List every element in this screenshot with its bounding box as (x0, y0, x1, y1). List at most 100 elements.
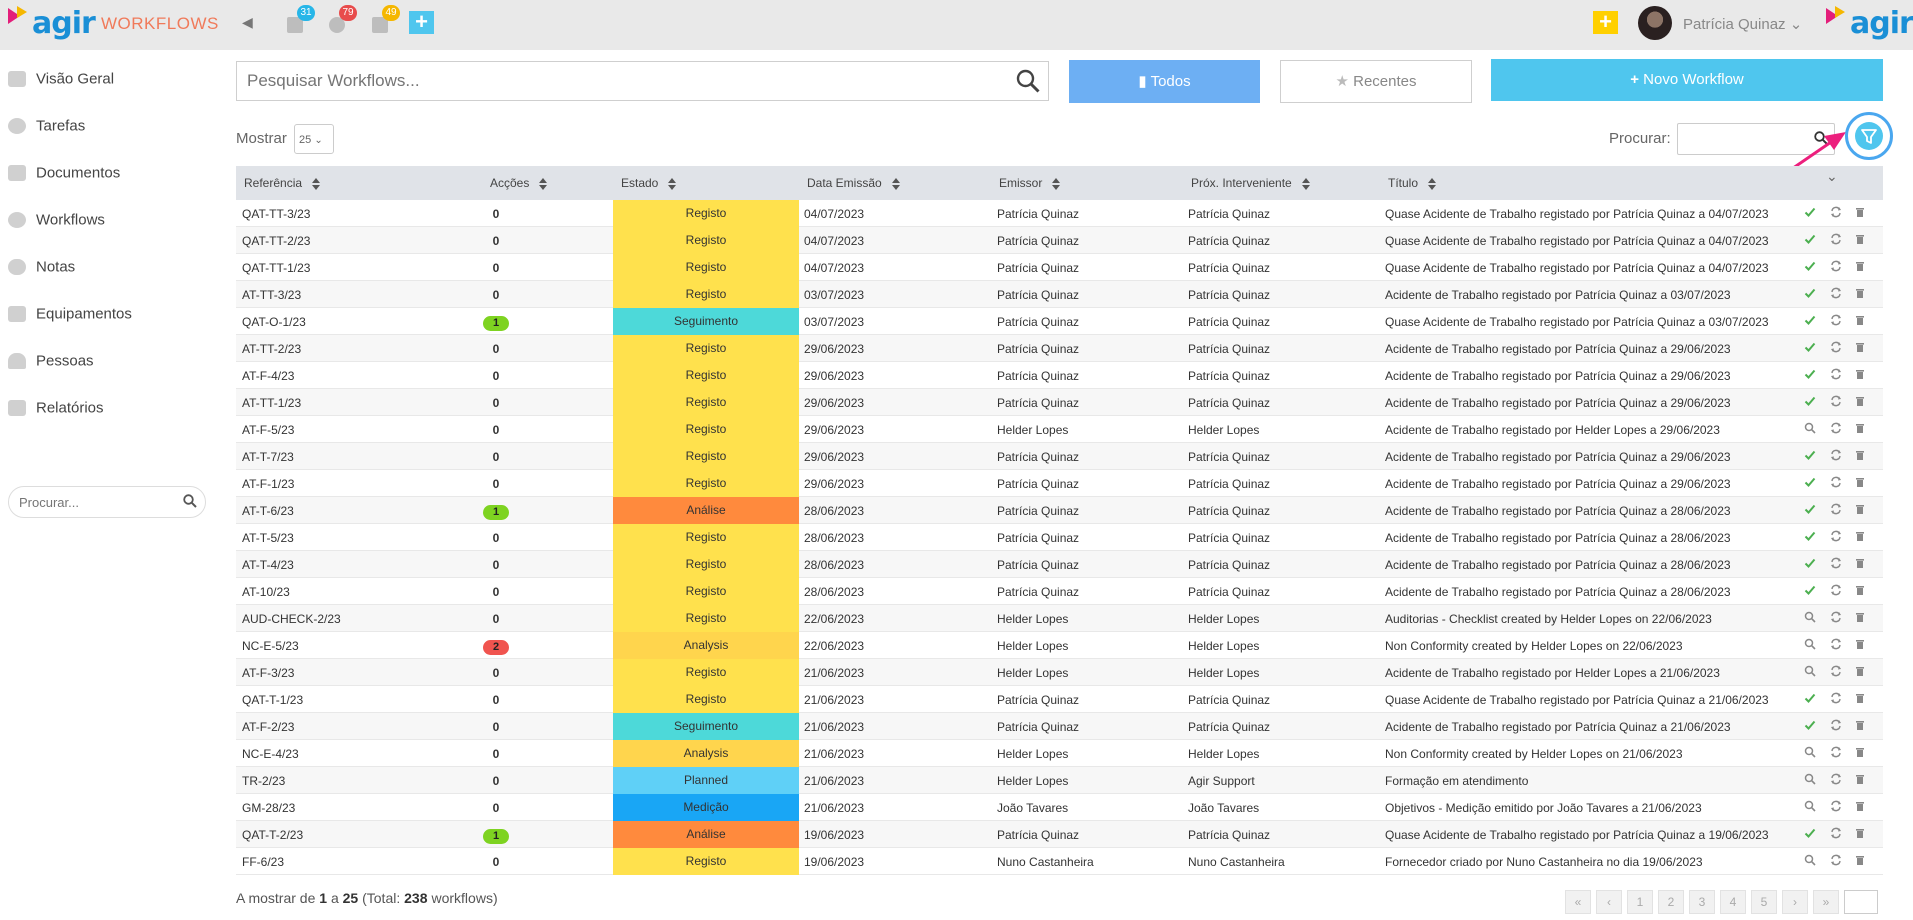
refresh-icon[interactable] (1829, 584, 1843, 598)
trash-icon[interactable] (1853, 476, 1867, 490)
cell-referencia[interactable]: AT-F-1/23 (242, 477, 294, 491)
trash-icon[interactable] (1853, 665, 1867, 679)
check-icon[interactable] (1803, 368, 1817, 382)
refresh-icon[interactable] (1829, 395, 1843, 409)
table-row[interactable]: AT-T-5/23 0 Registo 28/06/2023 Patrícia Quin… (236, 524, 1883, 551)
trash-icon[interactable] (1853, 260, 1867, 274)
table-row[interactable]: QAT-TT-1/23 0 Registo 04/07/2023 Patrícia Qu… (236, 254, 1883, 281)
sidebar-item-pessoas[interactable]: Pessoas (8, 352, 94, 376)
cell-referencia[interactable]: AT-TT-3/23 (242, 288, 301, 302)
search-icon[interactable] (1803, 854, 1817, 868)
page-1-button[interactable]: 1 (1627, 890, 1653, 914)
search-icon[interactable] (1803, 665, 1817, 679)
check-icon[interactable] (1803, 395, 1817, 409)
gear-icon[interactable]: 79 (329, 5, 357, 34)
refresh-icon[interactable] (1829, 854, 1843, 868)
search-icon[interactable] (1803, 800, 1817, 814)
cell-referencia[interactable]: AT-F-5/23 (242, 423, 294, 437)
search-icon[interactable] (1803, 638, 1817, 652)
table-row[interactable]: FF-6/23 0 Registo 19/06/2023 Nuno Castanheir… (236, 848, 1883, 875)
page-next-button[interactable]: › (1782, 890, 1808, 914)
refresh-icon[interactable] (1829, 611, 1843, 625)
check-icon[interactable] (1803, 287, 1817, 301)
refresh-icon[interactable] (1829, 206, 1843, 220)
collapse-sidebar-icon[interactable]: ◀ (242, 14, 253, 31)
avatar[interactable] (1638, 6, 1672, 40)
refresh-icon[interactable] (1829, 449, 1843, 463)
trash-icon[interactable] (1853, 746, 1867, 760)
check-icon[interactable] (1803, 827, 1817, 841)
page-last-button[interactable]: » (1813, 890, 1839, 914)
refresh-icon[interactable] (1829, 503, 1843, 517)
table-row[interactable]: AT-TT-3/23 0 Registo 03/07/2023 Patrícia Qui… (236, 281, 1883, 308)
trash-icon[interactable] (1853, 854, 1867, 868)
table-row[interactable]: AT-TT-1/23 0 Registo 29/06/2023 Patrícia Qui… (236, 389, 1883, 416)
check-icon[interactable] (1803, 692, 1817, 706)
cell-referencia[interactable]: AT-TT-2/23 (242, 342, 301, 356)
cell-referencia[interactable]: QAT-TT-2/23 (242, 234, 310, 248)
calendar-icon[interactable]: 31 (287, 5, 315, 34)
sidebar-item-tarefas[interactable]: Tarefas (8, 117, 85, 141)
table-row[interactable]: QAT-T-1/23 0 Registo 21/06/2023 Patrícia Qui… (236, 686, 1883, 713)
table-row[interactable]: AT-10/23 0 Registo 28/06/2023 Patrícia Quina… (236, 578, 1883, 605)
table-row[interactable]: AT-F-1/23 0 Registo 29/06/2023 Patrícia Quin… (236, 470, 1883, 497)
check-icon[interactable] (1803, 260, 1817, 274)
check-icon[interactable] (1803, 557, 1817, 571)
agir-logo[interactable]: agir (8, 6, 96, 41)
page-5-button[interactable]: 5 (1751, 890, 1777, 914)
refresh-icon[interactable] (1829, 530, 1843, 544)
table-row[interactable]: GM-28/23 0 Medição 21/06/2023 João Tavares Jo… (236, 794, 1883, 821)
refresh-icon[interactable] (1829, 314, 1843, 328)
trash-icon[interactable] (1853, 611, 1867, 625)
check-icon[interactable] (1803, 530, 1817, 544)
chevron-down-icon[interactable]: ⌄ (1826, 168, 1838, 185)
refresh-icon[interactable] (1829, 260, 1843, 274)
check-icon[interactable] (1803, 503, 1817, 517)
check-icon[interactable] (1803, 476, 1817, 490)
refresh-icon[interactable] (1829, 368, 1843, 382)
check-icon[interactable] (1803, 206, 1817, 220)
recentes-button[interactable]: ★ Recentes (1280, 60, 1472, 103)
cell-referencia[interactable]: AT-F-4/23 (242, 369, 294, 383)
trash-icon[interactable] (1853, 692, 1867, 706)
trash-icon[interactable] (1853, 368, 1867, 382)
cell-referencia[interactable]: TR-2/23 (242, 774, 285, 788)
cell-referencia[interactable]: QAT-O-1/23 (242, 315, 306, 329)
trash-icon[interactable] (1853, 557, 1867, 571)
table-row[interactable]: TR-2/23 0 Planned 21/06/2023 Helder Lopes Agi… (236, 767, 1883, 794)
refresh-icon[interactable] (1829, 233, 1843, 247)
trash-icon[interactable] (1853, 206, 1867, 220)
cell-referencia[interactable]: FF-6/23 (242, 855, 284, 869)
trash-icon[interactable] (1853, 449, 1867, 463)
column-header-emissor[interactable]: Emissor (999, 176, 1061, 190)
user-menu[interactable]: Patrícia Quinaz ⌄ (1683, 15, 1802, 33)
refresh-icon[interactable] (1829, 557, 1843, 571)
search-icon[interactable] (1803, 746, 1817, 760)
trash-icon[interactable] (1853, 233, 1867, 247)
check-icon[interactable] (1803, 233, 1817, 247)
search-icon[interactable] (1803, 611, 1817, 625)
trash-icon[interactable] (1853, 341, 1867, 355)
refresh-icon[interactable] (1829, 287, 1843, 301)
sidebar-search-input[interactable] (9, 487, 169, 517)
sidebar-item-visao-geral[interactable]: Visão Geral (8, 70, 114, 94)
trash-icon[interactable] (1853, 827, 1867, 841)
page-jump-input[interactable] (1844, 890, 1878, 914)
column-header-accoes[interactable]: Acções (490, 176, 548, 190)
table-row[interactable]: AT-T-6/23 1 Análise 28/06/2023 Patrícia Quin… (236, 497, 1883, 524)
table-row[interactable]: QAT-O-1/23 1 Seguimento 03/07/2023 Patrícia … (236, 308, 1883, 335)
refresh-icon[interactable] (1829, 692, 1843, 706)
refresh-icon[interactable] (1829, 719, 1843, 733)
column-header-prox-interveniente[interactable]: Próx. Interveniente (1191, 176, 1310, 190)
column-header-data-emissao[interactable]: Data Emissão (807, 176, 900, 190)
refresh-icon[interactable] (1829, 638, 1843, 652)
table-row[interactable]: AT-F-2/23 0 Seguimento 21/06/2023 Patrícia Q… (236, 713, 1883, 740)
cell-referencia[interactable]: AT-T-4/23 (242, 558, 294, 572)
page-3-button[interactable]: 3 (1689, 890, 1715, 914)
table-row[interactable]: AT-F-3/23 0 Registo 21/06/2023 Helder Lopes H… (236, 659, 1883, 686)
table-row[interactable]: AT-TT-2/23 0 Registo 29/06/2023 Patrícia Qui… (236, 335, 1883, 362)
refresh-icon[interactable] (1829, 665, 1843, 679)
table-row[interactable]: QAT-TT-3/23 0 Registo 04/07/2023 Patrícia Qu… (236, 200, 1883, 227)
add-yellow-button[interactable]: + (1593, 11, 1618, 34)
table-row[interactable]: AT-T-7/23 0 Registo 29/06/2023 Patrícia Quin… (236, 443, 1883, 470)
